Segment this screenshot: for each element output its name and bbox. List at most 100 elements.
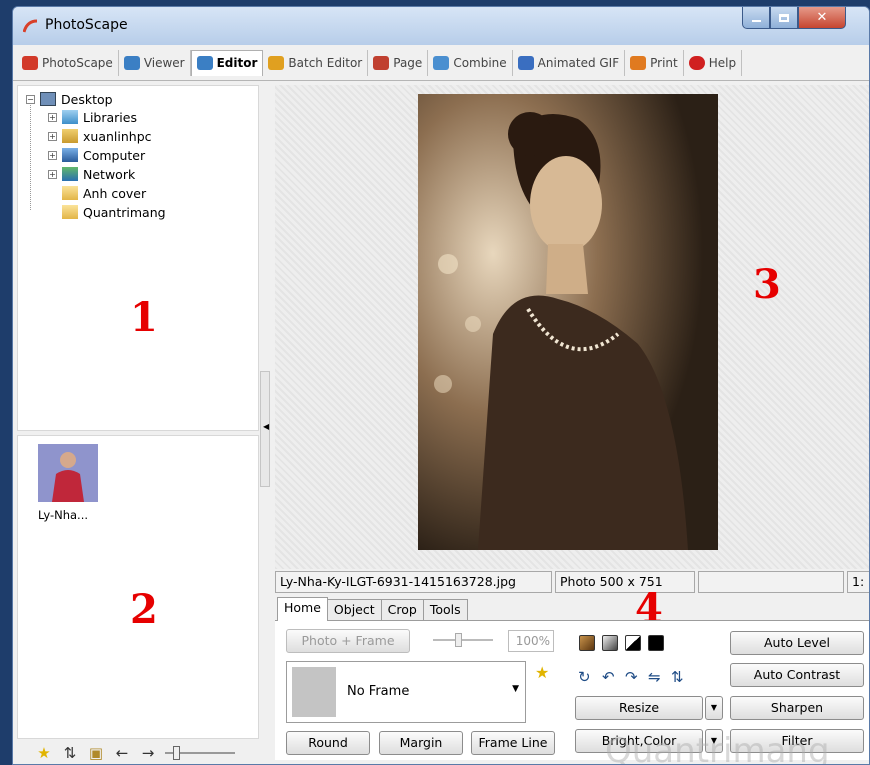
tab-home[interactable]: Home: [277, 597, 328, 621]
user-folder-icon: [62, 129, 78, 143]
section-label-3: 3: [753, 261, 781, 308]
section-label-1: 1: [130, 294, 158, 341]
help-icon: [688, 55, 705, 70]
tab-label: Print: [650, 55, 678, 70]
back-arrow-icon[interactable]: ←: [113, 744, 131, 762]
main-tab-bar: PhotoScape Viewer Editor Batch Editor Pa…: [13, 45, 869, 81]
photoscape-window: PhotoScape ✕ PhotoScape Viewer Editor Ba…: [12, 6, 870, 765]
tab-photoscape[interactable]: PhotoScape: [17, 49, 119, 76]
tab-combine[interactable]: Combine: [428, 49, 513, 76]
tab-object[interactable]: Object: [326, 599, 382, 621]
edited-photo[interactable]: [418, 94, 718, 550]
thumbnail-size-slider[interactable]: [165, 746, 235, 760]
photoscape-icon: [22, 55, 38, 70]
open-folder-icon[interactable]: ▣: [87, 744, 105, 762]
minimize-button[interactable]: [742, 7, 770, 29]
rotate-left-icon[interactable]: ↶: [602, 668, 615, 686]
tree-item-network[interactable]: + Network: [48, 165, 135, 183]
resize-button[interactable]: Resize: [575, 696, 703, 720]
tab-print[interactable]: Print: [625, 49, 684, 76]
tab-batch-editor[interactable]: Batch Editor: [263, 49, 369, 76]
tab-page[interactable]: Page: [368, 49, 429, 76]
grayscale-icon[interactable]: [602, 635, 618, 651]
flip-horizontal-icon[interactable]: ⇋: [648, 668, 661, 686]
margin-button[interactable]: Margin: [379, 731, 463, 755]
flip-vertical-icon[interactable]: ⇅: [671, 668, 684, 686]
folder-tree-panel: − Desktop + Libraries + xuanlinhpc + Com…: [17, 85, 259, 431]
watermark-text: Quantrimang: [605, 731, 830, 765]
frame-select[interactable]: No Frame ▼: [286, 661, 526, 723]
desktop-icon: [40, 92, 56, 106]
tab-label: Help: [708, 55, 737, 70]
photo-frame-button[interactable]: Photo + Frame: [286, 629, 410, 653]
tab-viewer[interactable]: Viewer: [119, 49, 191, 76]
chevron-down-icon[interactable]: ▼: [512, 684, 519, 694]
frame-opacity-slider[interactable]: [433, 633, 493, 647]
tree-item-libraries[interactable]: + Libraries: [48, 108, 137, 126]
rotate-right-icon[interactable]: ↷: [625, 668, 638, 686]
sort-icon[interactable]: ⇅: [61, 744, 79, 762]
home-panel: Photo + Frame 100% No Frame ▼ ★ Round Ma…: [275, 620, 869, 764]
tab-tools[interactable]: Tools: [422, 599, 468, 621]
black-white-icon[interactable]: [625, 635, 641, 651]
slider-knob[interactable]: [455, 633, 462, 647]
thumbnail-image: [38, 444, 98, 502]
tree-label: Network: [83, 166, 136, 182]
rotate-icon[interactable]: ↻: [578, 668, 591, 686]
sharpen-button[interactable]: Sharpen: [730, 696, 864, 720]
frame-line-button[interactable]: Frame Line: [471, 731, 555, 755]
expand-icon[interactable]: +: [48, 169, 57, 179]
slider-knob[interactable]: [173, 746, 180, 760]
tree-item-xuanlinhpc[interactable]: + xuanlinhpc: [48, 127, 152, 145]
thumbnail-label: Ly-Nha...: [38, 508, 89, 522]
favorite-star-icon[interactable]: ★: [535, 663, 549, 682]
tree-label: Computer: [83, 147, 146, 163]
image-canvas[interactable]: 3: [275, 85, 869, 569]
editor-tab-bar: Home Object Crop Tools: [277, 597, 468, 621]
tab-editor[interactable]: Editor: [190, 49, 264, 76]
tab-label: Batch Editor: [288, 55, 363, 70]
minimize-icon: [751, 19, 761, 22]
status-zoom: 1:: [847, 571, 869, 593]
tree-item-desktop[interactable]: − Desktop: [26, 90, 113, 108]
tab-help[interactable]: Help: [684, 49, 743, 76]
frame-percent-field[interactable]: 100%: [508, 630, 554, 652]
tab-animated-gif[interactable]: Animated GIF: [513, 49, 626, 76]
auto-level-button[interactable]: Auto Level: [730, 631, 864, 655]
print-icon: [630, 55, 647, 70]
slider-track: [433, 639, 493, 641]
frame-name: No Frame: [347, 684, 410, 699]
expand-icon[interactable]: +: [48, 131, 57, 141]
collapse-left-icon[interactable]: ◀: [263, 422, 269, 431]
close-icon: ✕: [816, 10, 828, 25]
tab-label: Editor: [216, 56, 258, 70]
maximize-button[interactable]: [770, 7, 798, 29]
network-icon: [62, 167, 78, 181]
photo-thumbnail[interactable]: [38, 444, 98, 502]
negative-icon[interactable]: [648, 635, 664, 651]
computer-icon: [62, 148, 78, 162]
tree-label: Anh cover: [83, 185, 147, 201]
star-icon[interactable]: ★: [35, 744, 53, 762]
forward-arrow-icon[interactable]: →: [139, 744, 157, 762]
tree-connector: [30, 100, 31, 210]
resize-dropdown[interactable]: ▼: [705, 696, 723, 720]
tree-label: Quantrimang: [83, 204, 166, 220]
auto-contrast-button[interactable]: Auto Contrast: [730, 663, 864, 687]
tab-label: Combine: [453, 55, 507, 70]
tab-crop[interactable]: Crop: [380, 599, 424, 621]
animated-gif-icon: [517, 55, 534, 70]
tree-item-computer[interactable]: + Computer: [48, 146, 145, 164]
expand-icon[interactable]: +: [48, 112, 57, 122]
tab-label: Animated GIF: [537, 55, 620, 70]
close-button[interactable]: ✕: [798, 7, 846, 29]
sepia-icon[interactable]: [579, 635, 595, 651]
tree-item-anh-cover[interactable]: Anh cover: [62, 184, 146, 202]
round-button[interactable]: Round: [286, 731, 370, 755]
tab-label: PhotoScape: [42, 55, 113, 70]
photoscape-logo-icon: [23, 19, 38, 33]
collapse-icon[interactable]: −: [26, 94, 35, 104]
expand-icon[interactable]: +: [48, 150, 57, 160]
tree-item-quantrimang[interactable]: Quantrimang: [62, 203, 166, 221]
panel-splitter[interactable]: ◀: [260, 371, 270, 487]
